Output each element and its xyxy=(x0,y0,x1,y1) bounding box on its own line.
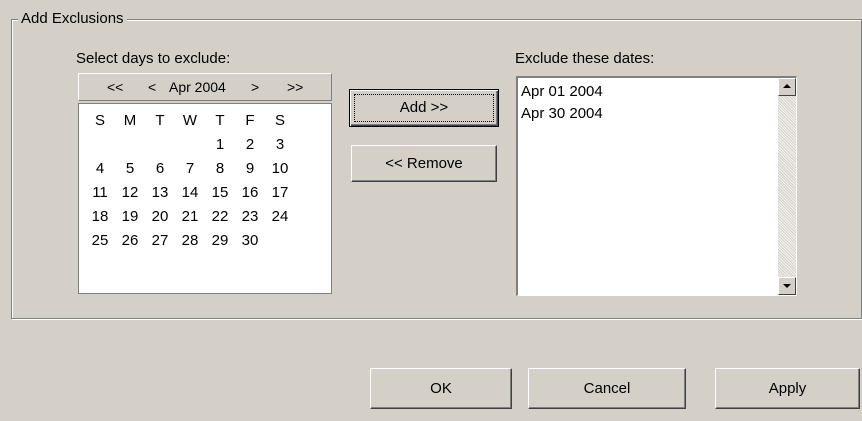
scroll-up-arrow-icon xyxy=(783,84,791,88)
calendar-day[interactable]: 15 xyxy=(205,184,235,208)
calendar-day[interactable]: 1 xyxy=(205,136,235,160)
cancel-button[interactable]: Cancel xyxy=(528,368,686,409)
select-days-label: Select days to exclude: xyxy=(76,50,231,67)
cancel-button-label: Cancel xyxy=(583,380,631,397)
calendar-grid: S M T W T F S 1 2 3 4 5 6 7 8 9 10 11 12… xyxy=(78,103,332,294)
calendar-day[interactable]: 13 xyxy=(145,184,175,208)
calendar-day-empty xyxy=(145,136,175,160)
weekday-label: F xyxy=(245,112,255,129)
weekday-label: S xyxy=(274,112,285,129)
calendar-day-empty xyxy=(85,136,115,160)
ok-button[interactable]: OK xyxy=(370,368,512,409)
apply-button-label: Apply xyxy=(768,380,807,397)
excluded-dates-listbox[interactable]: Apr 01 2004 Apr 30 2004 xyxy=(516,76,797,296)
calendar-day[interactable]: 10 xyxy=(265,160,295,184)
calendar-week-row: 4 5 6 7 8 9 10 xyxy=(85,160,295,184)
weekday-label: M xyxy=(123,112,137,129)
calendar-day[interactable]: 23 xyxy=(235,208,265,232)
calendar-day[interactable]: 12 xyxy=(115,184,145,208)
calendar-day[interactable]: 14 xyxy=(175,184,205,208)
calendar-day[interactable]: 24 xyxy=(265,208,295,232)
calendar-day[interactable]: 22 xyxy=(205,208,235,232)
calendar-day-empty xyxy=(115,136,145,160)
apply-button[interactable]: Apply xyxy=(715,368,860,409)
calendar-week-row: 11 12 13 14 15 16 17 xyxy=(85,184,295,208)
list-item[interactable]: Apr 01 2004 xyxy=(521,81,603,103)
weekday-label: W xyxy=(182,112,198,129)
calendar-week-row: 18 19 20 21 22 23 24 xyxy=(85,208,295,232)
calendar-day[interactable]: 29 xyxy=(205,232,235,256)
prev-month-button[interactable]: < xyxy=(148,78,156,96)
calendar-day[interactable]: 8 xyxy=(205,160,235,184)
list-item[interactable]: Apr 30 2004 xyxy=(521,103,603,125)
calendar-day[interactable]: 18 xyxy=(85,208,115,232)
calendar-day[interactable]: 27 xyxy=(145,232,175,256)
calendar-day[interactable]: 17 xyxy=(265,184,295,208)
calendar-header: << < Apr 2004 > >> xyxy=(78,73,332,101)
calendar-week-row: 25 26 27 28 29 30 xyxy=(85,232,295,256)
scroll-down-button[interactable] xyxy=(778,277,796,295)
weekday-label: S xyxy=(94,112,105,129)
calendar-day[interactable]: 19 xyxy=(115,208,145,232)
calendar-day[interactable]: 11 xyxy=(85,184,115,208)
scroll-up-button[interactable] xyxy=(778,78,796,96)
calendar-day[interactable]: 30 xyxy=(235,232,265,256)
prev-year-button[interactable]: << xyxy=(107,78,123,96)
calendar-day[interactable]: 9 xyxy=(235,160,265,184)
calendar-day[interactable]: 6 xyxy=(145,160,175,184)
group-title: Add Exclusions xyxy=(18,10,127,28)
focus-indicator xyxy=(354,94,494,122)
remove-button[interactable]: << Remove xyxy=(351,145,497,182)
month-year-label: Apr 2004 xyxy=(169,79,226,95)
vertical-scrollbar[interactable] xyxy=(778,78,796,295)
calendar-day[interactable]: 16 xyxy=(235,184,265,208)
calendar-day[interactable]: 4 xyxy=(85,160,115,184)
exclude-dates-label: Exclude these dates: xyxy=(515,50,655,67)
weekday-header-row: S M T W T F S xyxy=(85,112,295,136)
calendar-week-row: 1 2 3 xyxy=(85,136,295,160)
next-month-button[interactable]: > xyxy=(251,78,259,96)
calendar-day-empty xyxy=(265,232,295,256)
calendar-day[interactable]: 5 xyxy=(115,160,145,184)
calendar-day[interactable]: 21 xyxy=(175,208,205,232)
next-year-button[interactable]: >> xyxy=(287,78,303,96)
calendar-day[interactable]: 25 xyxy=(85,232,115,256)
weekday-label: T xyxy=(215,112,225,129)
weekday-label: T xyxy=(155,112,165,129)
calendar-day[interactable]: 7 xyxy=(175,160,205,184)
calendar-day[interactable]: 3 xyxy=(265,136,295,160)
add-button[interactable]: Add >> xyxy=(349,89,499,127)
scroll-down-arrow-icon xyxy=(783,284,791,288)
ok-button-label: OK xyxy=(430,380,452,397)
calendar-day[interactable]: 26 xyxy=(115,232,145,256)
calendar-day[interactable]: 20 xyxy=(145,208,175,232)
remove-button-label: << Remove xyxy=(385,155,463,172)
calendar-day[interactable]: 28 xyxy=(175,232,205,256)
calendar-day[interactable]: 2 xyxy=(235,136,265,160)
calendar-day-empty xyxy=(175,136,205,160)
